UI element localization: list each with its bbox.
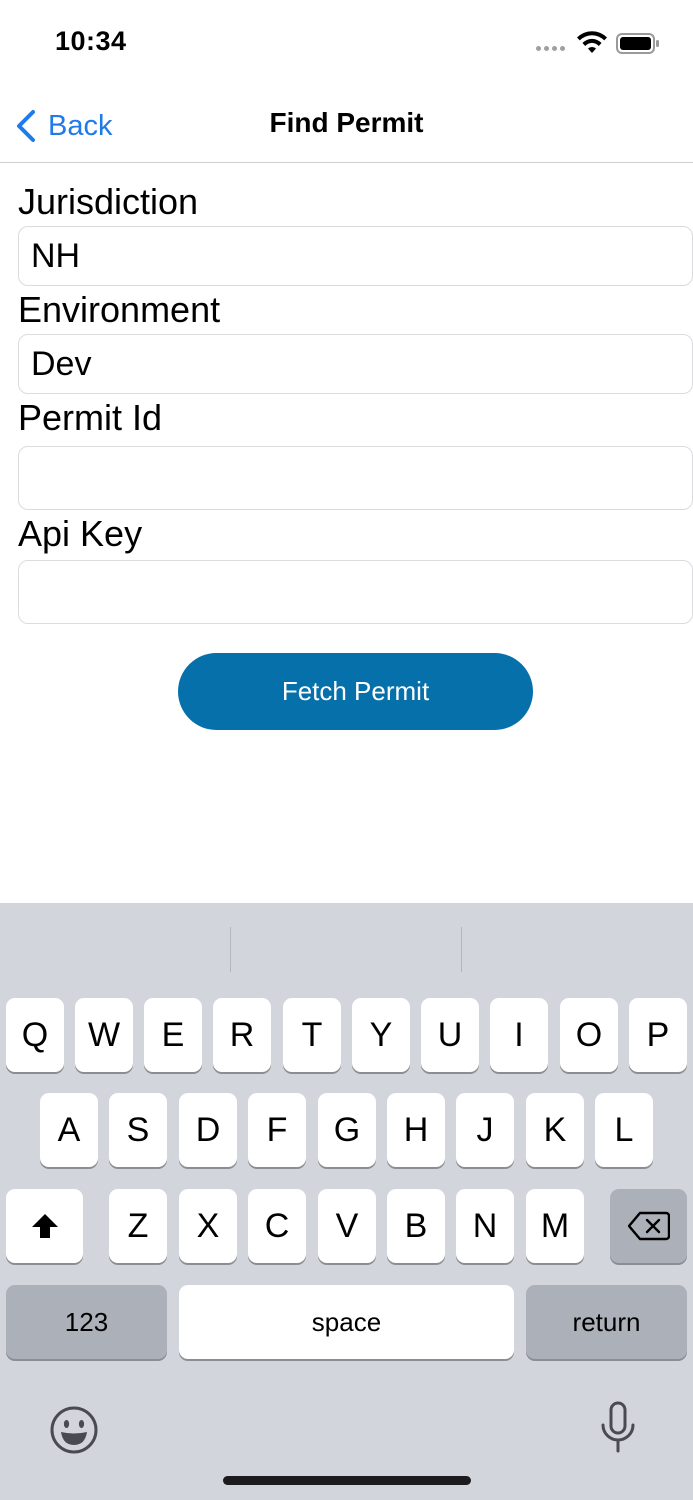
key-s[interactable]: S <box>109 1093 167 1167</box>
wifi-icon <box>577 31 607 53</box>
battery-icon <box>616 33 659 54</box>
environment-input[interactable]: Dev <box>18 334 693 394</box>
key-y[interactable]: Y <box>352 998 410 1072</box>
key-g[interactable]: G <box>318 1093 376 1167</box>
page-title: Find Permit <box>269 107 424 138</box>
key-h[interactable]: H <box>387 1093 445 1167</box>
navigation-bar: Back Find Permit <box>0 90 693 163</box>
return-key[interactable]: return <box>526 1285 687 1359</box>
key-k[interactable]: K <box>526 1093 584 1167</box>
key-l[interactable]: L <box>595 1093 653 1167</box>
permit-id-label: Permit Id <box>18 397 163 438</box>
key-u[interactable]: U <box>421 998 479 1072</box>
key-v[interactable]: V <box>318 1189 376 1263</box>
key-t[interactable]: T <box>283 998 341 1072</box>
jurisdiction-label: Jurisdiction <box>18 181 199 222</box>
key-z[interactable]: Z <box>109 1189 167 1263</box>
key-w[interactable]: W <box>75 998 133 1072</box>
key-c[interactable]: C <box>248 1189 306 1263</box>
find-permit-form: Jurisdiction NH Environment Dev Permit I… <box>18 180 693 626</box>
key-d[interactable]: D <box>179 1093 237 1167</box>
key-r[interactable]: R <box>213 998 271 1072</box>
numbers-key[interactable]: 123 <box>6 1285 167 1359</box>
key-x[interactable]: X <box>179 1189 237 1263</box>
environment-label: Environment <box>18 289 221 330</box>
key-b[interactable]: B <box>387 1189 445 1263</box>
key-f[interactable]: F <box>248 1093 306 1167</box>
key-n[interactable]: N <box>456 1189 514 1263</box>
backspace-key[interactable] <box>610 1189 687 1263</box>
status-bar: 10:34 <box>0 0 693 90</box>
jurisdiction-input[interactable]: NH <box>18 226 693 286</box>
keyboard: Q W E R T Y U I O P A S D F G H J K L Z … <box>0 903 693 1500</box>
backspace-icon <box>627 1211 670 1241</box>
api-key-label: Api Key <box>18 513 143 554</box>
space-key[interactable]: space <box>179 1285 514 1359</box>
key-q[interactable]: Q <box>6 998 64 1072</box>
emoji-icon[interactable] <box>49 1405 99 1455</box>
key-a[interactable]: A <box>40 1093 98 1167</box>
suggestion-divider <box>461 927 462 972</box>
home-indicator <box>223 1476 471 1485</box>
api-key-input[interactable] <box>18 560 693 624</box>
cellular-signal-icon <box>536 46 568 52</box>
key-e[interactable]: E <box>144 998 202 1072</box>
key-o[interactable]: O <box>560 998 618 1072</box>
shift-key[interactable] <box>6 1189 83 1263</box>
key-i[interactable]: I <box>490 998 548 1072</box>
fetch-permit-button[interactable]: Fetch Permit <box>178 653 533 730</box>
microphone-icon[interactable] <box>600 1401 636 1455</box>
key-j[interactable]: J <box>456 1093 514 1167</box>
permit-id-input[interactable] <box>18 446 693 510</box>
suggestion-divider <box>230 927 231 972</box>
shift-icon <box>31 1214 58 1238</box>
key-m[interactable]: M <box>526 1189 584 1263</box>
status-time: 10:34 <box>55 26 127 56</box>
key-p[interactable]: P <box>629 998 687 1072</box>
